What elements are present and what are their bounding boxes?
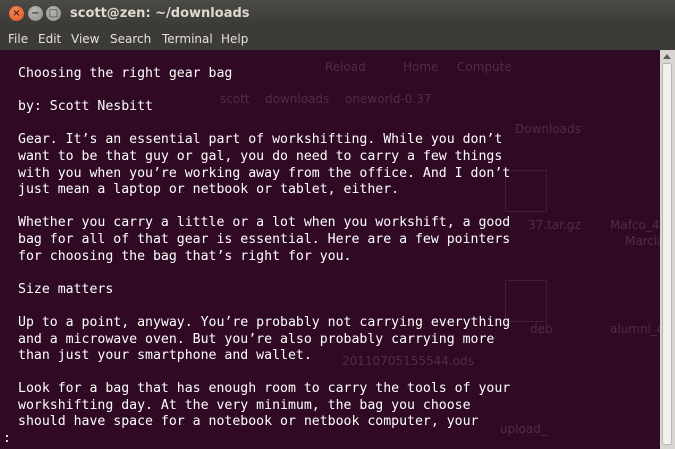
terminal-line: just mean a laptop or netbook or tablet,… [18, 182, 400, 198]
terminal-line: workshifting day. At the very minimum, t… [18, 397, 471, 413]
pager-prompt[interactable]: : [3, 431, 11, 446]
terminal-line: Gear. It’s an essential part of workshif… [18, 132, 503, 148]
terminal-output: Choosing the right gear bag by: Scott Ne… [18, 66, 510, 431]
terminal-line: bag for all of that gear is essential. H… [18, 231, 511, 247]
background-sidebar-header: Downloads [515, 122, 581, 136]
terminal-line: for choosing the bag that’s right for yo… [18, 248, 352, 264]
background-file-4: deb [530, 322, 553, 336]
background-file-icon [505, 280, 547, 322]
maximize-window-icon[interactable]: □ [46, 6, 61, 21]
menu-edit[interactable]: Edit [38, 32, 61, 46]
minimize-window-icon[interactable]: − [28, 6, 43, 21]
terminal-line: Size matters [18, 281, 114, 297]
terminal-line: than just your smartphone and wallet. [18, 348, 312, 364]
background-file-1: 37.tar.gz [528, 218, 581, 232]
window-title: scott@zen: ~/downloads [70, 6, 250, 21]
close-window-icon[interactable]: × [9, 6, 24, 21]
menu-terminal[interactable]: Terminal [162, 32, 213, 46]
background-file-2: Mafco_40 [610, 218, 660, 232]
menu-view[interactable]: View [71, 32, 99, 46]
background-file-icon [505, 170, 547, 212]
vertical-scrollbar[interactable] [660, 50, 675, 449]
terminal-line: with you when you’re working away from t… [18, 165, 511, 181]
terminal-line: Up to a point, anyway. You’re probably n… [18, 314, 511, 330]
terminal-line: Look for a bag that has enough room to c… [18, 381, 511, 397]
background-file-3: Marcia [625, 234, 660, 248]
terminal-view[interactable]: Reload Home Compute scott downloads onew… [0, 50, 660, 449]
terminal-window: × − □ scott@zen: ~/downloads File Edit V… [0, 0, 675, 449]
menu-help[interactable]: Help [221, 32, 248, 46]
terminal-line: Whether you carry a little or a lot when… [18, 215, 511, 231]
scroll-up-arrow-icon[interactable] [663, 54, 671, 59]
terminal-line: Choosing the right gear bag [18, 66, 233, 81]
scroll-thumb[interactable] [662, 63, 672, 445]
menu-bar: File Edit View Search Terminal Help [0, 28, 675, 50]
menu-search[interactable]: Search [110, 32, 151, 46]
title-bar[interactable]: × − □ scott@zen: ~/downloads [0, 0, 675, 28]
background-file-5: alumni_c [610, 322, 660, 336]
terminal-line: should have space for a notebook or netb… [18, 414, 479, 430]
terminal-line: and a microwave oven. But you’re also pr… [18, 331, 495, 347]
terminal-line: by: Scott Nesbitt [18, 99, 153, 115]
terminal-line: want to be that guy or gal, you do need … [18, 148, 503, 164]
menu-file[interactable]: File [8, 32, 28, 46]
